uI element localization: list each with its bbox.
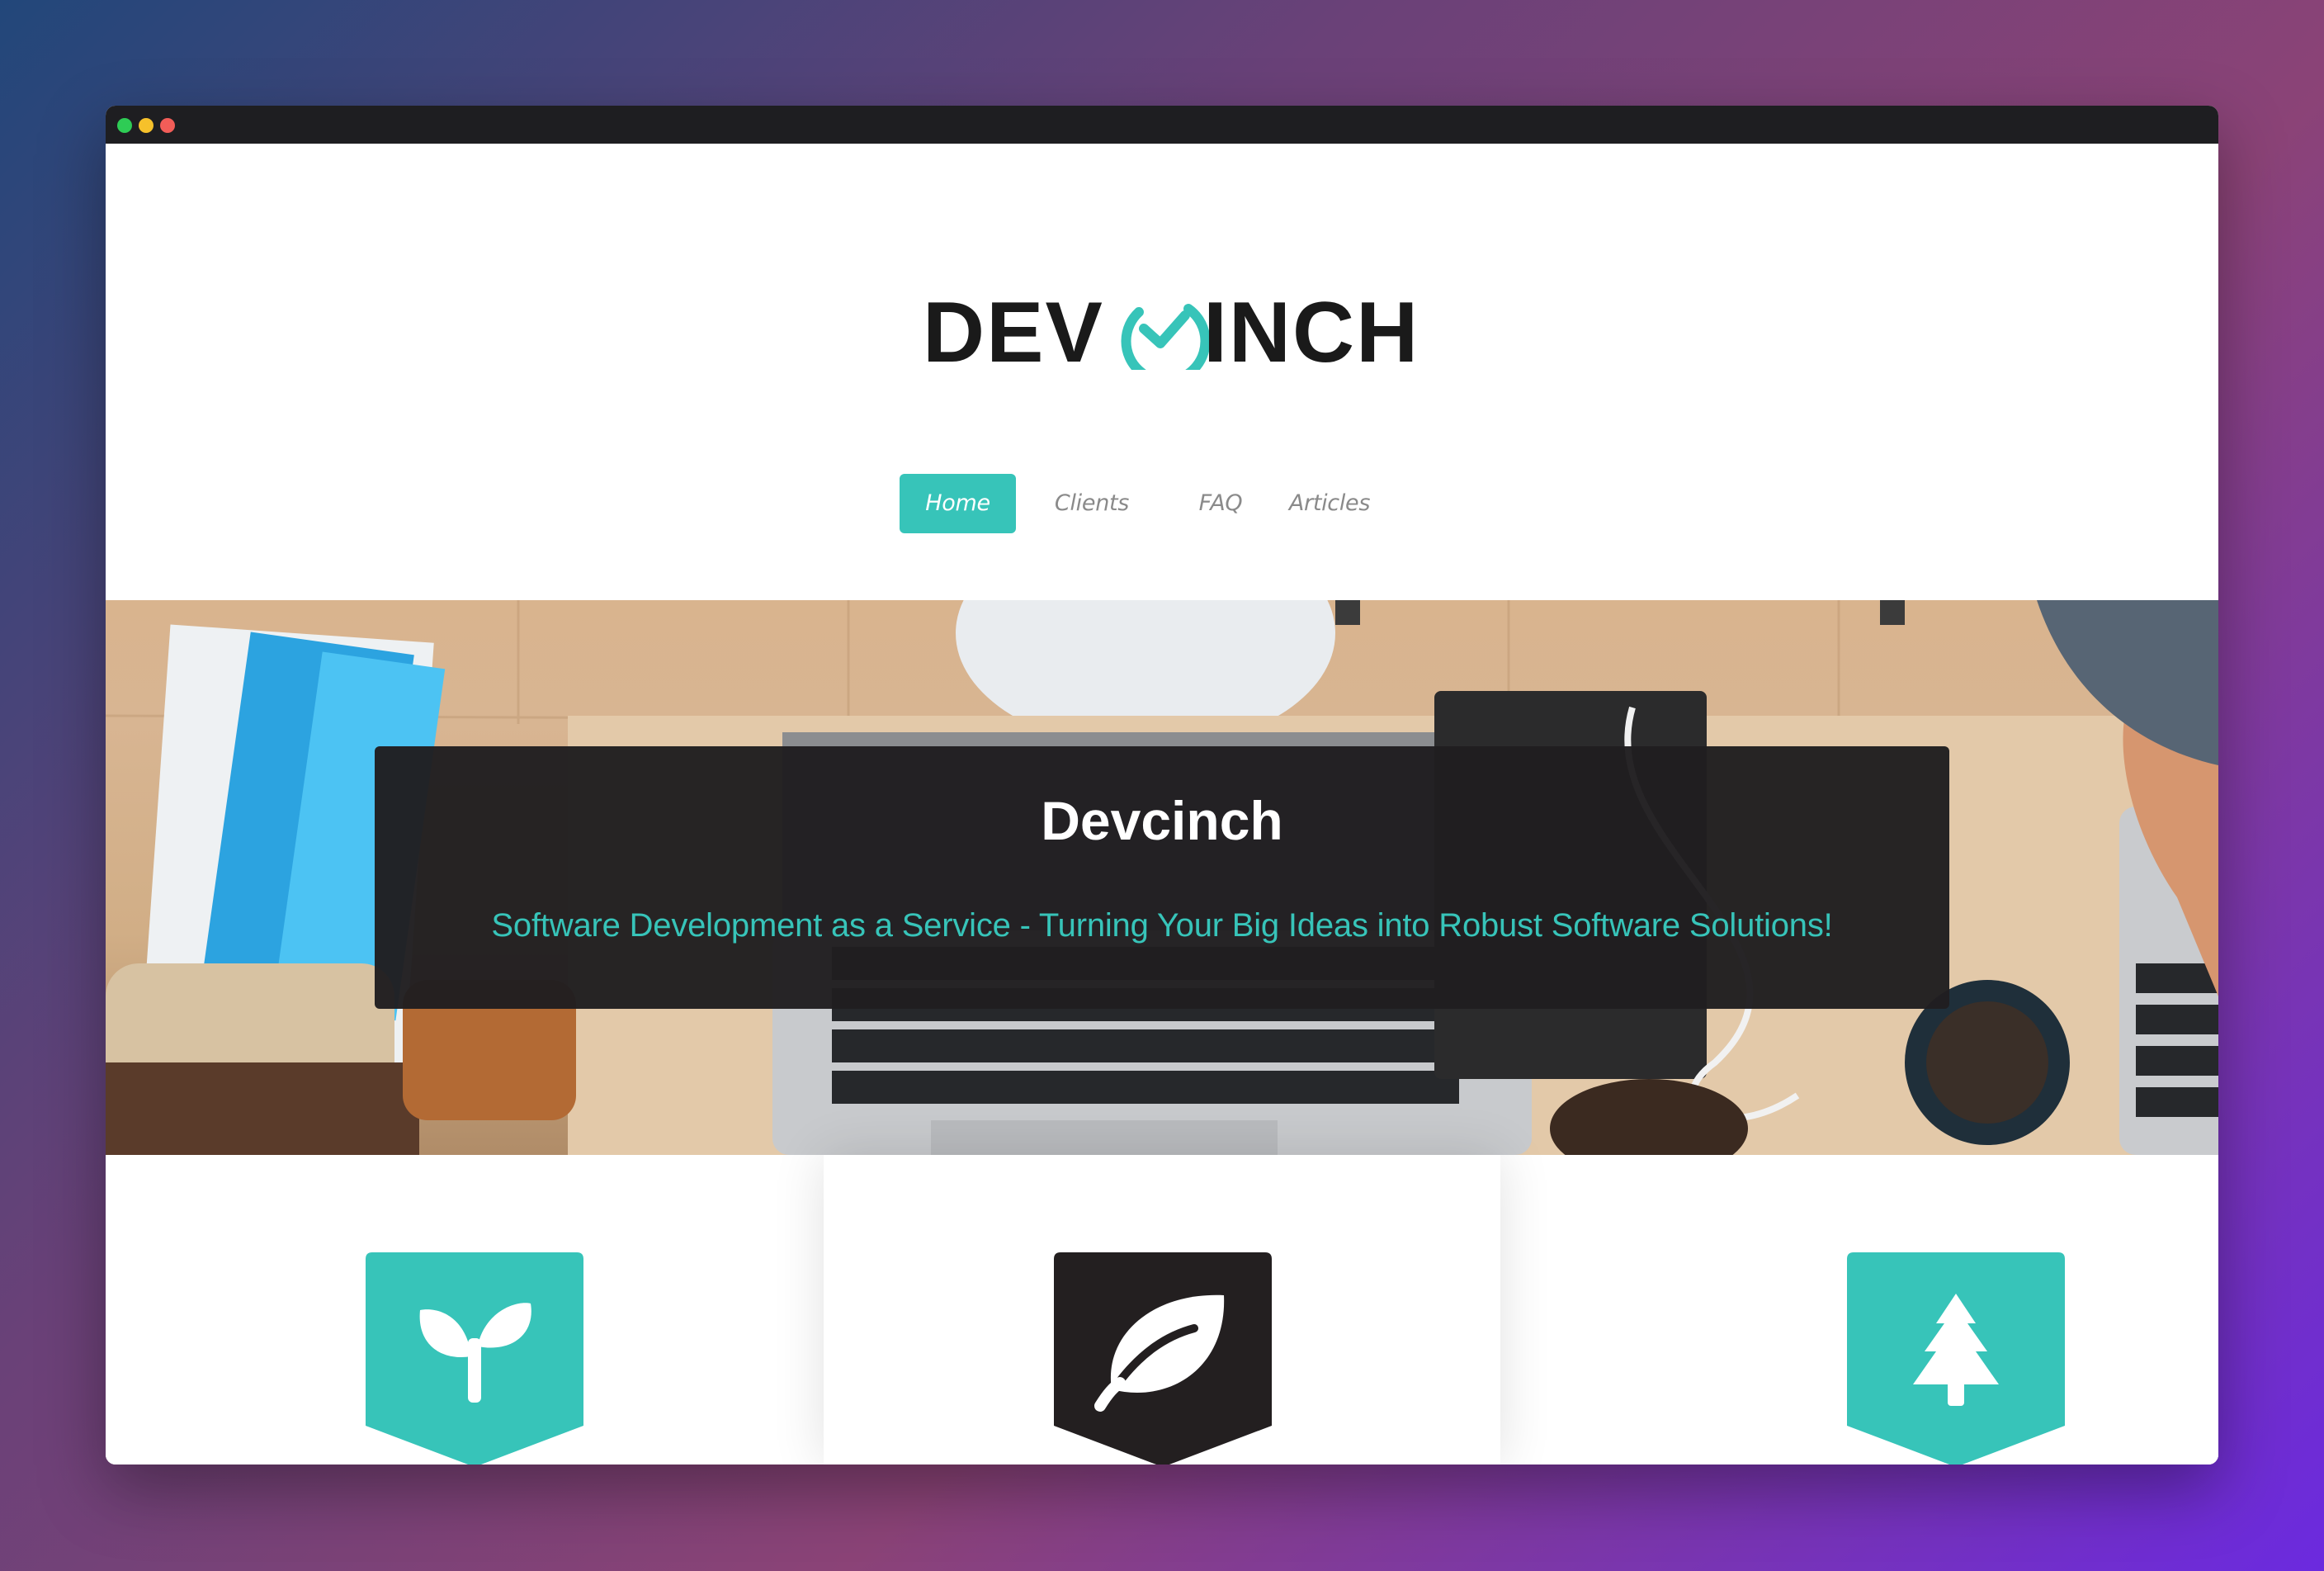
check-circle-icon — [1121, 304, 1211, 370]
hero-subtitle: Software Development as a Service - Turn… — [491, 907, 1833, 944]
window-red-button[interactable] — [160, 118, 175, 133]
window-titlebar — [106, 106, 2218, 144]
nav-clients[interactable]: Clients — [1038, 474, 1145, 533]
window-yellow-button[interactable] — [139, 118, 154, 133]
feature-badge — [1847, 1252, 2065, 1465]
browser-window: DEV INCH Home Clients FAQ Articles Devci… — [106, 106, 2218, 1465]
feature-card — [1542, 1155, 2218, 1465]
feature-card — [824, 1155, 1500, 1465]
logo-text-left: DEV — [923, 285, 1104, 370]
features-section — [106, 1155, 2218, 1465]
feature-card — [106, 1155, 782, 1465]
main-nav: Home Clients FAQ Articles — [106, 474, 2218, 533]
feature-badge — [366, 1252, 583, 1465]
window-green-button[interactable] — [117, 118, 132, 133]
hero-banner: Devcinch Software Development as a Servi… — [106, 600, 2218, 1155]
logo-text-right: INCH — [1203, 285, 1419, 370]
nav-articles[interactable]: Articles — [1276, 474, 1383, 533]
feature-badge — [1054, 1252, 1272, 1465]
hero-text-box: Devcinch Software Development as a Servi… — [375, 746, 1949, 1009]
hero-title: Devcinch — [1041, 790, 1283, 851]
nav-faq[interactable]: FAQ — [1183, 474, 1258, 533]
nav-home[interactable]: Home — [900, 474, 1016, 533]
site-logo[interactable]: DEV INCH — [923, 279, 1434, 370]
